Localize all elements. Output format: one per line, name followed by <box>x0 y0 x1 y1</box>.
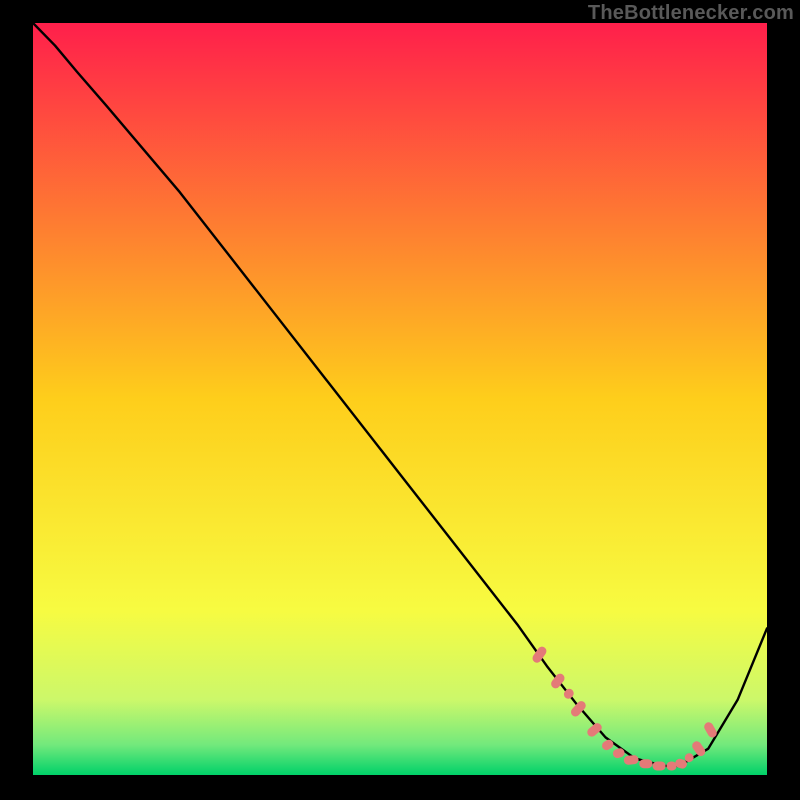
chart-svg <box>33 23 767 775</box>
marker-point <box>639 759 652 768</box>
gradient-background <box>33 23 767 775</box>
marker-point <box>652 761 665 770</box>
plot-area <box>33 23 767 775</box>
marker-point <box>666 761 676 770</box>
chart-frame: TheBottlenecker.com <box>0 0 800 800</box>
watermark-text: TheBottlenecker.com <box>588 2 794 25</box>
